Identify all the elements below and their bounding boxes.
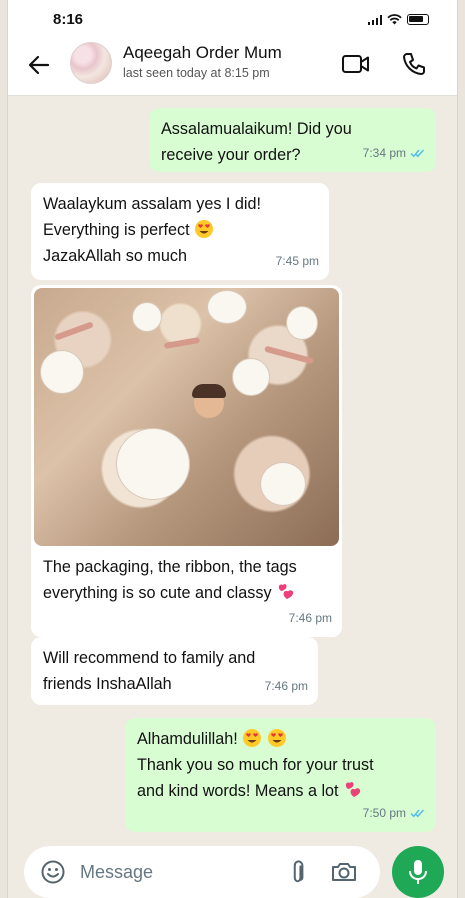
- message-input[interactable]: [80, 846, 280, 898]
- status-time: 8:16: [53, 11, 84, 28]
- photo-tag: [232, 358, 270, 396]
- product-photo[interactable]: [34, 288, 339, 546]
- message-text: Everything is perfect: [43, 221, 190, 239]
- chat-header: Aqeegah Order Mum last seen today at 8:1…: [8, 34, 457, 96]
- heart-eyes-emoji-icon: [243, 729, 262, 747]
- voice-message-button[interactable]: [392, 846, 444, 898]
- heart-eyes-emoji-icon: [267, 729, 286, 747]
- message-time: 7:46 pm: [264, 679, 308, 693]
- photo-tag: [286, 306, 318, 340]
- photo-ribbon: [264, 345, 314, 365]
- message-time: 7:45 pm: [275, 254, 319, 268]
- message-text: Waalaykum assalam yes I did!: [43, 195, 262, 213]
- message-text: everything is so cute and classy: [43, 584, 272, 602]
- message-time: 7:34 pm: [362, 146, 406, 160]
- incoming-message[interactable]: Waalaykum assalam yes I did! Everything …: [31, 183, 329, 280]
- photo-tag: [116, 428, 190, 500]
- photo-figure: [192, 384, 226, 398]
- outgoing-message[interactable]: Assalamualaikum! Did you receive your or…: [149, 108, 436, 172]
- outgoing-message[interactable]: Alhamdulillah! Thank you so much for you…: [125, 718, 436, 832]
- message-composer: [24, 846, 380, 898]
- photo-ribbon: [54, 321, 94, 341]
- message-meta: 7:45 pm: [276, 248, 319, 274]
- message-line: everything is so cute and classy: [43, 580, 330, 606]
- photo-ribbon: [163, 336, 201, 350]
- video-call-icon[interactable]: [341, 52, 371, 76]
- wifi-icon: [387, 14, 402, 25]
- chat-screen: 8:16 Aqeegah Order Mum last seen today a…: [7, 0, 458, 898]
- message-line: Alhamdulillah!: [137, 726, 424, 752]
- message-text: and kind words! Means a lot: [137, 782, 339, 800]
- message-time: 7:46 pm: [288, 611, 332, 625]
- heart-eyes-emoji-icon: [195, 220, 214, 238]
- emoji-icon[interactable]: [40, 859, 66, 885]
- incoming-message[interactable]: Will recommend to family and friends Ins…: [31, 637, 318, 705]
- contact-name[interactable]: Aqeegah Order Mum: [123, 43, 282, 63]
- two-hearts-emoji-icon: [345, 782, 361, 797]
- photo-tag: [260, 462, 306, 506]
- message-line: Everything is perfect: [43, 217, 317, 243]
- read-ticks-icon: [410, 149, 425, 158]
- attachment-icon[interactable]: [286, 859, 312, 885]
- avatar[interactable]: [70, 42, 112, 84]
- message-meta: 7:46 pm: [289, 605, 332, 631]
- microphone-icon: [409, 860, 427, 884]
- signal-icon: [367, 14, 382, 25]
- last-seen-status: last seen today at 8:15 pm: [123, 66, 270, 80]
- battery-icon: [407, 14, 429, 25]
- message-text: Will recommend to family and: [43, 649, 256, 667]
- two-hearts-emoji-icon: [278, 584, 294, 599]
- message-text: Alhamdulillah!: [137, 730, 238, 748]
- message-meta: 7:34 pm: [363, 140, 426, 166]
- phone-call-icon[interactable]: [401, 51, 427, 77]
- status-bar: 8:16: [8, 0, 457, 34]
- camera-icon[interactable]: [330, 859, 358, 885]
- photo-tag: [40, 350, 84, 394]
- message-meta: 7:50 pm: [363, 800, 426, 826]
- photo-tag: [207, 290, 247, 324]
- photo-tag: [132, 302, 162, 332]
- message-time: 7:50 pm: [362, 806, 406, 820]
- status-icons: [367, 14, 429, 25]
- read-ticks-icon: [410, 809, 425, 818]
- message-text: Thank you so much for your trust: [137, 756, 374, 774]
- message-meta: 7:46 pm: [265, 673, 308, 699]
- message-text: The packaging, the ribbon, the tags: [43, 558, 297, 576]
- message-text: Assalamualaikum! Did you: [161, 120, 352, 138]
- back-arrow-icon[interactable]: [26, 52, 52, 78]
- image-caption: The packaging, the ribbon, the tags ever…: [31, 548, 342, 637]
